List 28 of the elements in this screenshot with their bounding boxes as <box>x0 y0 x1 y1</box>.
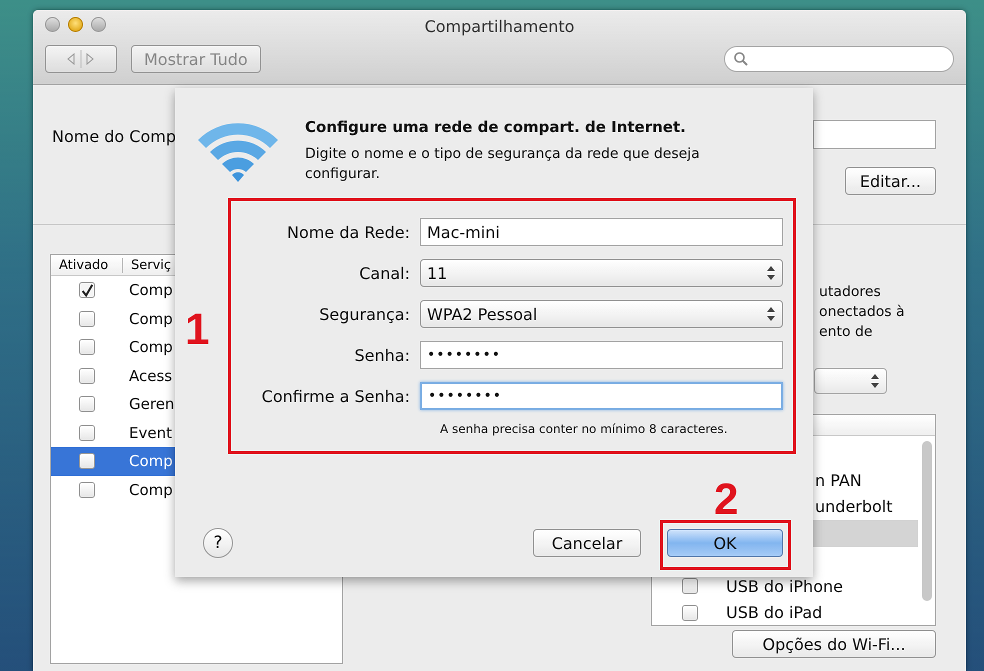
annotation-number: 1 <box>185 308 210 352</box>
popup-value: 11 <box>427 264 448 282</box>
field-label: Segurança: <box>318 304 410 324</box>
password-hint: A senha precisa conter no mínimo 8 caracteres. <box>440 422 729 436</box>
window-title: Compartilhamento <box>424 16 576 36</box>
description-text: onectados à <box>819 303 906 322</box>
field-label: Nome da Rede: <box>286 222 410 242</box>
service-name: Geren <box>129 395 174 414</box>
field-label: Canal: <box>358 264 410 282</box>
service-name: Comp <box>129 310 173 328</box>
field-label: Confirme a Senha: <box>260 386 410 406</box>
port-name: n PAN <box>815 470 862 490</box>
description-text: ento de <box>819 323 874 342</box>
description-text: utadores <box>819 283 882 302</box>
service-name: Comp <box>129 452 173 470</box>
service-name: Comp <box>129 338 173 356</box>
computer-name-label: Nome do Comp <box>52 127 176 146</box>
dialog-description: Digite o nome e o tipo de segurança da rede que deseja configurar. <box>305 145 701 184</box>
popup-value: WPA2 Pessoal <box>427 304 538 324</box>
service-name: Comp <box>129 281 173 300</box>
port-name: USB do iPad <box>726 603 822 622</box>
field-label: Senha: <box>354 346 410 364</box>
service-name: Acess <box>129 366 172 385</box>
annotation-number: 2 <box>714 478 738 522</box>
service-name: Event <box>129 424 172 442</box>
dialog-title: Configure uma rede de compart. de Internet. <box>305 118 687 136</box>
service-name: Comp <box>129 480 173 499</box>
port-name: USB do iPhone <box>726 576 843 596</box>
